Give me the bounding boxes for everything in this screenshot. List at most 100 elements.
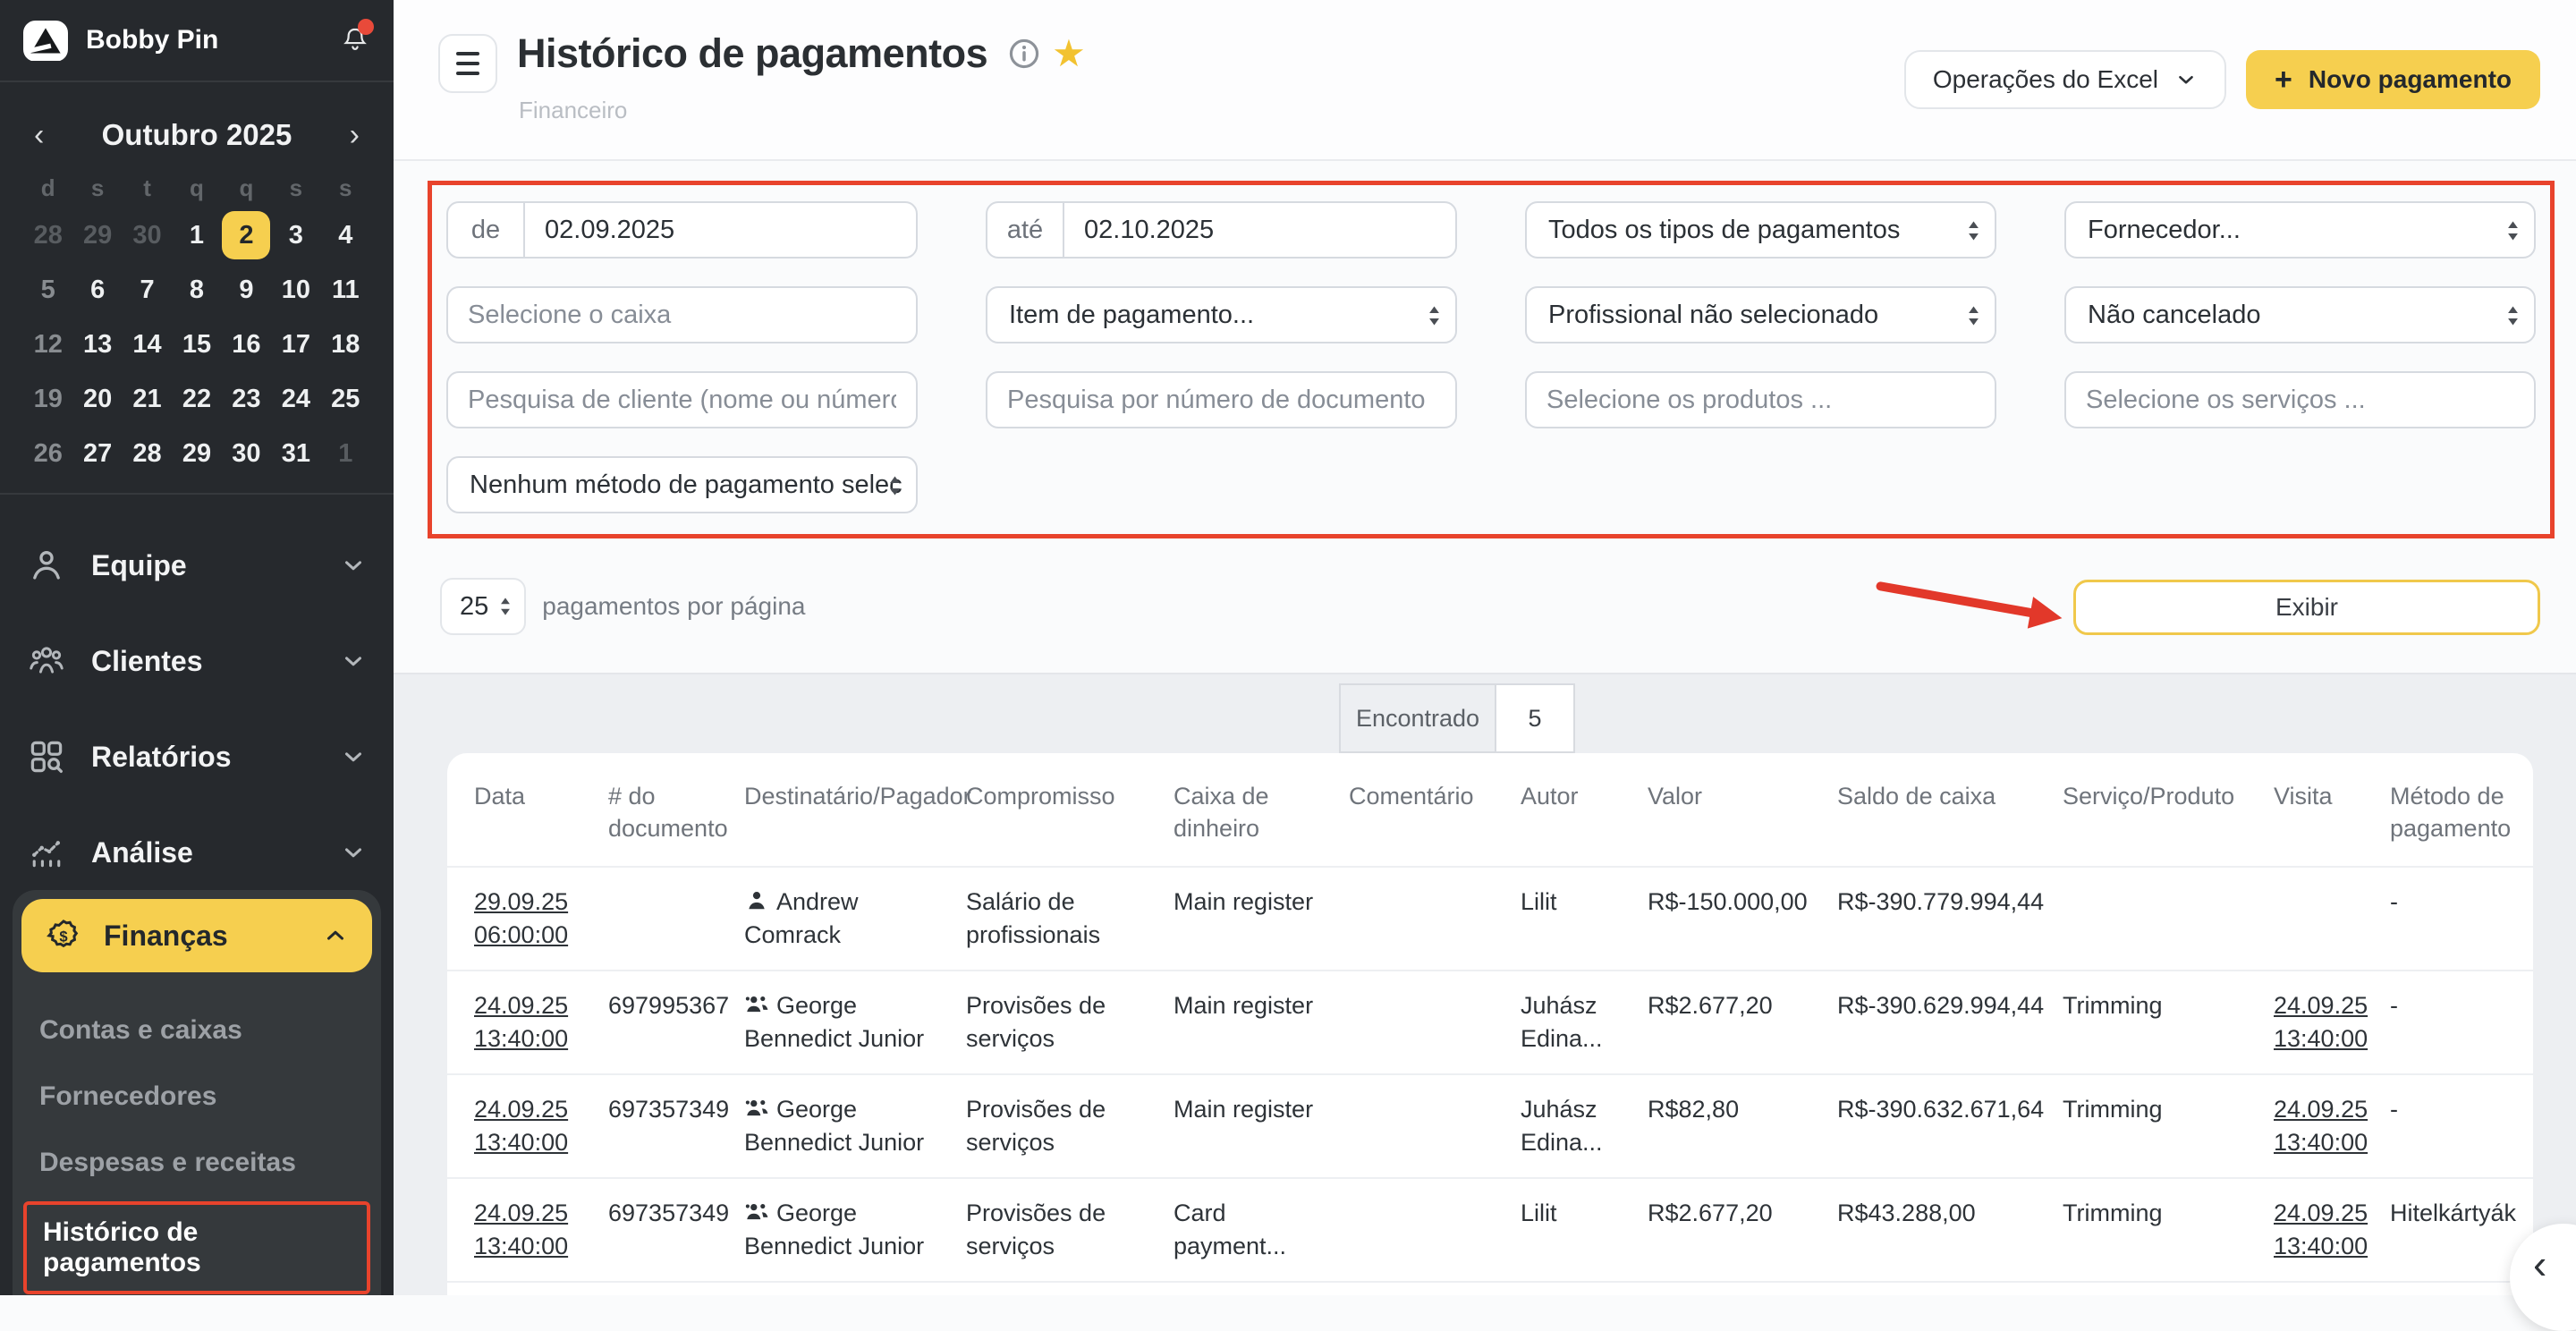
commitment: Provisões de serviços <box>955 1074 1163 1178</box>
calendar-day[interactable]: 16 <box>222 321 271 368</box>
visit-link[interactable]: 24.09.25 13:40:00 <box>2274 1096 2368 1156</box>
to-date-input[interactable]: até <box>986 201 1457 259</box>
calendar-prev-icon[interactable]: ‹ <box>29 120 49 150</box>
payment-date-link[interactable]: 29.09.25 06:00:00 <box>474 888 568 948</box>
sidebar-subitem-historico-de-pagamentos[interactable]: Histórico de pagamentos <box>23 1201 370 1294</box>
payment-item-select[interactable]: Item de pagamento... <box>986 286 1457 343</box>
excel-operations-button[interactable]: Operações do Excel <box>1904 50 2226 109</box>
comment <box>1338 971 1510 1074</box>
payment-date-link[interactable]: 24.09.25 13:40:00 <box>474 1096 568 1156</box>
recipient: George Bennedict Junior <box>733 971 955 1074</box>
per-page-select[interactable]: 25 <box>440 578 526 635</box>
payment-method-select[interactable]: Nenhum método de pagamento selec <box>446 456 918 513</box>
bell-icon[interactable] <box>340 24 370 56</box>
main-content: Histórico de pagamentos ★ Financeiro Ope… <box>394 0 2576 1295</box>
client-search-input[interactable] <box>446 371 918 428</box>
payment-date-link[interactable]: 24.09.25 13:40:00 <box>474 1200 568 1259</box>
professional-select[interactable]: Profissional não selecionado <box>1525 286 1996 343</box>
from-date-input-value[interactable] <box>525 203 916 257</box>
visit-link[interactable]: 24.09.25 13:40:00 <box>2274 992 2368 1052</box>
calendar-day[interactable]: 17 <box>271 321 320 368</box>
calendar-day[interactable]: 6 <box>72 267 122 313</box>
calendar-day[interactable]: 30 <box>123 212 172 259</box>
calendar-day[interactable]: 8 <box>172 267 221 313</box>
document-search-input[interactable] <box>986 371 1457 428</box>
payment-date-link[interactable]: 24.09.25 13:40:00 <box>447 1178 597 1282</box>
new-payment-button[interactable]: + Novo pagamento <box>2246 50 2540 109</box>
calendar-day[interactable]: 3 <box>271 212 320 259</box>
calendar-day[interactable]: 18 <box>321 321 370 368</box>
found-count-tab[interactable]: 5 <box>1496 683 1575 753</box>
calendar-day[interactable]: 5 <box>23 267 72 313</box>
found-tab[interactable]: Encontrado <box>1339 683 1496 753</box>
sidebar-item-equipe[interactable]: Equipe <box>27 537 367 594</box>
sidebar-item-analise[interactable]: Análise <box>27 824 367 881</box>
service-product: Trimming <box>2052 971 2263 1074</box>
sidebar-item-label: Finanças <box>104 920 322 953</box>
products-input-value[interactable] <box>1527 373 1995 427</box>
cancelled-select[interactable]: Não cancelado <box>2064 286 2536 343</box>
calendar-day[interactable]: 24 <box>271 376 320 422</box>
calendar-day[interactable]: 23 <box>222 376 271 422</box>
calendar-day[interactable]: 12 <box>23 321 72 368</box>
calendar-day[interactable]: 31 <box>271 430 320 477</box>
cashbox-input[interactable] <box>446 286 918 343</box>
calendar-next-icon[interactable]: › <box>344 120 365 150</box>
favorite-star-icon[interactable]: ★ <box>1052 35 1086 72</box>
document-search-input-value[interactable] <box>987 373 1455 427</box>
calendar-day[interactable]: 1 <box>321 430 370 477</box>
calendar-day[interactable]: 7 <box>123 267 172 313</box>
payment-type-select[interactable]: Todos os tipos de pagamentos <box>1525 201 1996 259</box>
sidebar-item-financas[interactable]: $ Finanças <box>21 899 372 972</box>
payment-date-link[interactable]: 24.09.25 13:40:00 <box>447 1074 597 1178</box>
sidebar-subitem-contas-e-caixas[interactable]: Contas e caixas <box>13 997 381 1064</box>
visit-link[interactable]: 24.09.25 13:40:00 <box>2263 971 2379 1074</box>
sidebar-subitem-despesas-e-receitas[interactable]: Despesas e receitas <box>13 1130 381 1196</box>
payment-date-link[interactable]: 24.09.25 13:40:00 <box>447 971 597 1074</box>
payment-date-link[interactable]: 29.09.25 06:00:00 <box>447 867 597 971</box>
info-icon[interactable] <box>1007 37 1041 71</box>
calendar-day[interactable]: 1 <box>172 212 221 259</box>
calendar-day[interactable]: 19 <box>23 376 72 422</box>
calendar-day[interactable]: 29 <box>172 430 221 477</box>
calendar-day-selected[interactable]: 2 <box>222 212 271 259</box>
sidebar-item-clientes[interactable]: Clientes <box>27 632 367 690</box>
calendar-day[interactable]: 15 <box>172 321 221 368</box>
calendar-day[interactable]: 25 <box>321 376 370 422</box>
sidebar-item-relatorios[interactable]: Relatórios <box>27 728 367 785</box>
to-date-input-value[interactable] <box>1064 203 1455 257</box>
author: Juhász Edina... <box>1510 971 1637 1074</box>
services-input[interactable] <box>2064 371 2536 428</box>
table-row: 24.09.25 13:40:00697357349George Bennedi… <box>447 1074 2533 1178</box>
menu-toggle-button[interactable] <box>438 34 497 93</box>
payments-table: Data# do documentoDestinatário/PagadorCo… <box>447 753 2533 1295</box>
products-input[interactable] <box>1525 371 1996 428</box>
calendar-day[interactable]: 21 <box>123 376 172 422</box>
payment-date-link[interactable]: 15.09.25 13:31:42 <box>447 1282 597 1295</box>
calendar-day[interactable]: 22 <box>172 376 221 422</box>
show-button[interactable]: Exibir <box>2073 580 2540 635</box>
calendar-day[interactable]: 30 <box>222 430 271 477</box>
calendar-day[interactable]: 27 <box>72 430 122 477</box>
payment-date-link[interactable]: 24.09.25 13:40:00 <box>474 992 568 1052</box>
calendar-day[interactable]: 29 <box>72 212 122 259</box>
visit-link[interactable]: 24.09.25 13:40:00 <box>2263 1178 2379 1282</box>
services-input-value[interactable] <box>2066 373 2534 427</box>
calendar-day[interactable]: 9 <box>222 267 271 313</box>
client-search-input-value[interactable] <box>448 373 916 427</box>
calendar-day[interactable]: 10 <box>271 267 320 313</box>
visit-link[interactable]: 24.09.25 13:40:00 <box>2274 1200 2368 1259</box>
calendar-day[interactable]: 11 <box>321 267 370 313</box>
calendar-day[interactable]: 26 <box>23 430 72 477</box>
visit-link[interactable]: 24.09.25 13:40:00 <box>2263 1074 2379 1178</box>
cashbox-input-value[interactable] <box>448 288 916 342</box>
supplier-select[interactable]: Fornecedor... <box>2064 201 2536 259</box>
calendar-day[interactable]: 14 <box>123 321 172 368</box>
sidebar-subitem-fornecedores[interactable]: Fornecedores <box>13 1064 381 1130</box>
calendar-day[interactable]: 20 <box>72 376 122 422</box>
calendar-day[interactable]: 4 <box>321 212 370 259</box>
from-date-input[interactable]: de <box>446 201 918 259</box>
calendar-day[interactable]: 28 <box>123 430 172 477</box>
calendar-day[interactable]: 13 <box>72 321 122 368</box>
calendar-day[interactable]: 28 <box>23 212 72 259</box>
